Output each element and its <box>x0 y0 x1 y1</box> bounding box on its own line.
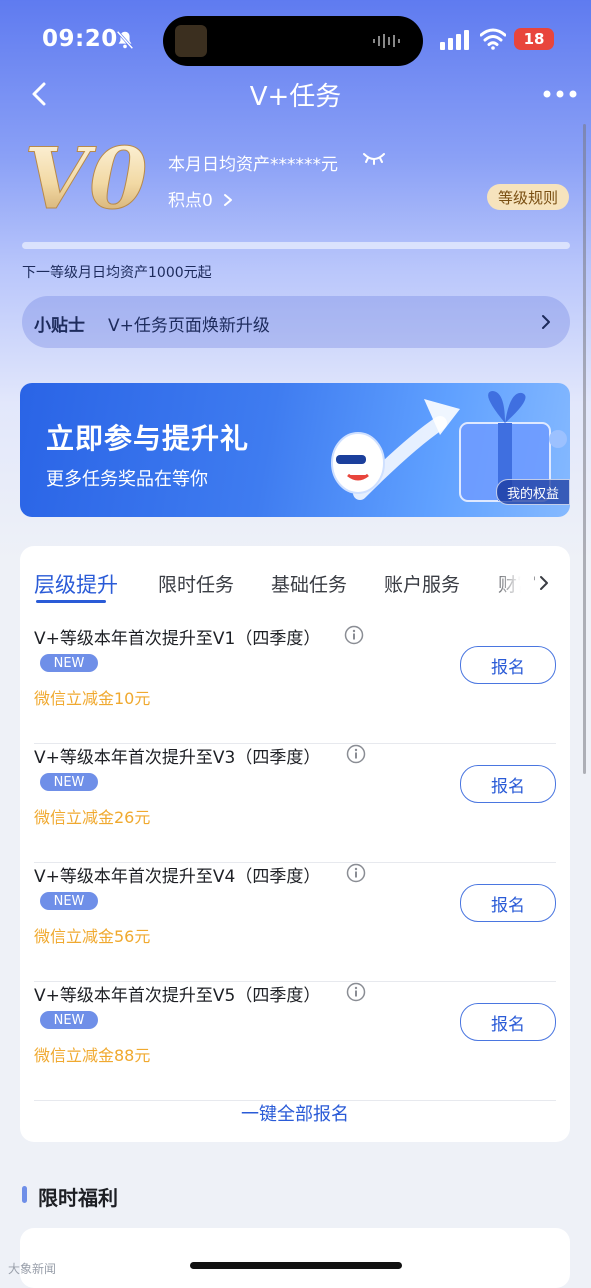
task-card: 层级提升 限时任务 基础任务 账户服务 财富 V+等级本年首次提升至V1（四季度… <box>20 546 570 1142</box>
my-rights-tag[interactable]: 我的权益 <box>496 479 570 505</box>
signup-button[interactable]: 报名 <box>460 646 556 684</box>
eye-closed-icon[interactable] <box>362 150 386 166</box>
tips-banner[interactable]: 小贴士 V+任务页面焕新升级 <box>22 296 570 348</box>
page-title: V+任务 <box>249 82 342 112</box>
signup-all-button[interactable]: 一键全部报名 <box>20 1100 570 1126</box>
home-indicator[interactable] <box>190 1262 402 1269</box>
tab-level-up[interactable]: 层级提升 <box>34 569 118 599</box>
task-reward: 微信立减金56元 <box>34 927 151 946</box>
scrollbar[interactable] <box>583 124 586 774</box>
level-progress-bar <box>22 242 570 249</box>
tips-label: 小贴士 <box>34 316 85 336</box>
wifi-icon <box>480 28 506 50</box>
task-reward: 微信立减金10元 <box>34 689 151 708</box>
tabs-fade <box>490 566 534 602</box>
points-link[interactable]: 积点0 <box>168 186 234 211</box>
task-row: V+等级本年首次提升至V4（四季度） NEW 微信立减金56元 报名 <box>34 862 556 982</box>
more-dots-icon[interactable] <box>543 90 577 98</box>
bell-muted-icon <box>116 30 134 50</box>
task-reward: 微信立减金88元 <box>34 1046 151 1065</box>
dynamic-island <box>163 16 423 66</box>
status-time: 09:20 <box>42 26 118 52</box>
level-rules-button[interactable]: 等级规则 <box>487 184 569 210</box>
audio-wave-icon <box>373 34 400 48</box>
section-marker <box>22 1186 27 1203</box>
task-row: V+等级本年首次提升至V1（四季度） NEW 微信立减金10元 报名 <box>34 624 556 744</box>
info-icon[interactable] <box>346 863 366 883</box>
watermark: 大象新闻 <box>8 1262 57 1276</box>
section-title: 限时福利 <box>38 1186 118 1210</box>
tab-limited-tasks[interactable]: 限时任务 <box>158 570 234 597</box>
banner-title: 立即参与提升礼 <box>46 422 250 455</box>
chevron-right-icon <box>542 315 550 329</box>
task-title: V+等级本年首次提升至V3（四季度） <box>34 748 321 768</box>
task-title: V+等级本年首次提升至V5（四季度） <box>34 986 321 1006</box>
media-thumbnail <box>175 25 207 57</box>
task-row: V+等级本年首次提升至V3（四季度） NEW 微信立减金26元 报名 <box>34 743 556 863</box>
promo-banner[interactable]: 立即参与提升礼 更多任务奖品在等你 我的权益 <box>20 383 570 517</box>
info-icon[interactable] <box>344 625 364 645</box>
info-icon[interactable] <box>346 744 366 764</box>
task-title: V+等级本年首次提升至V4（四季度） <box>34 867 321 887</box>
welfare-card <box>20 1228 570 1288</box>
chevron-right-icon <box>224 194 233 206</box>
task-row: V+等级本年首次提升至V5（四季度） NEW 微信立减金88元 报名 <box>34 981 556 1101</box>
tab-basic-tasks[interactable]: 基础任务 <box>271 570 347 597</box>
new-badge: NEW <box>40 892 98 910</box>
task-tabs: 层级提升 限时任务 基础任务 账户服务 财富 <box>20 566 570 606</box>
task-reward: 微信立减金26元 <box>34 808 151 827</box>
status-bar: 09:20 18 <box>0 0 591 78</box>
nav-bar: V+任务 <box>0 70 591 116</box>
active-tab-indicator <box>36 600 106 603</box>
level-badge-text: V0 <box>24 132 148 222</box>
new-badge: NEW <box>40 773 98 791</box>
new-badge: NEW <box>40 1011 98 1029</box>
signup-button[interactable]: 报名 <box>460 765 556 803</box>
level-badge: V0 <box>24 132 148 222</box>
next-level-requirement: 下一等级月日均资产1000元起 <box>22 265 212 281</box>
chevron-right-icon[interactable] <box>538 574 550 592</box>
points-text: 积点0 <box>168 191 213 211</box>
info-icon[interactable] <box>346 982 366 1002</box>
signup-button[interactable]: 报名 <box>460 1003 556 1041</box>
banner-subtitle: 更多任务奖品在等你 <box>46 469 208 490</box>
signal-icon <box>440 30 469 50</box>
tips-text: V+任务页面焕新升级 <box>108 316 270 336</box>
signup-button[interactable]: 报名 <box>460 884 556 922</box>
new-badge: NEW <box>40 654 98 672</box>
battery-level: 18 <box>523 30 545 48</box>
task-title: V+等级本年首次提升至V1（四季度） <box>34 629 321 649</box>
tab-account-services[interactable]: 账户服务 <box>384 570 460 597</box>
monthly-asset-text: 本月日均资产******元 <box>168 155 338 175</box>
battery-indicator: 18 <box>514 28 554 50</box>
